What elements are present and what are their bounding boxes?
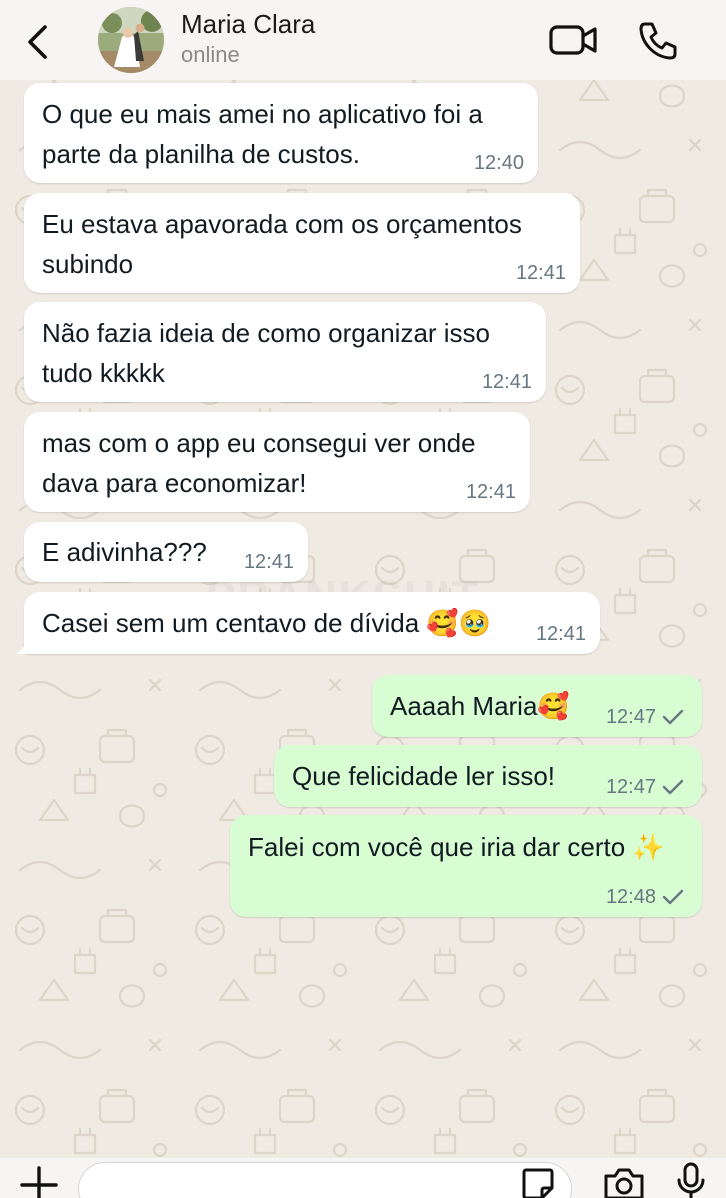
video-call-button[interactable] xyxy=(548,22,600,58)
message-input[interactable] xyxy=(78,1162,572,1198)
checkmark-icon xyxy=(662,779,684,795)
camera-button[interactable] xyxy=(602,1166,646,1198)
message-line: Não fazia ideia de como organizar isso xyxy=(42,318,491,348)
message-text: Eu estava apavorada com os orçamentos su… xyxy=(42,204,522,284)
message-time: 12:41 xyxy=(243,551,294,573)
checkmark-icon xyxy=(662,889,684,905)
avatar[interactable] xyxy=(98,7,164,73)
message-bubble-incoming[interactable]: mas com o app eu consegui ver onde dava … xyxy=(24,412,530,512)
message-bubble-incoming[interactable]: O que eu mais amei no aplicativo foi a p… xyxy=(24,83,538,183)
message-text: O que eu mais amei no aplicativo foi a p… xyxy=(42,94,483,174)
message-composer xyxy=(0,1158,726,1198)
message-time: 12:41 xyxy=(535,623,586,645)
camera-icon xyxy=(604,1168,644,1198)
contact-status: online xyxy=(181,42,240,67)
message-time: 12:48 xyxy=(605,886,656,908)
message-line: E adivinha??? xyxy=(42,537,207,567)
bubble-tail xyxy=(15,636,35,654)
plus-icon xyxy=(20,1166,58,1198)
message-line: subindo xyxy=(42,249,134,279)
message-line: tudo kkkkk xyxy=(42,358,165,388)
message-text: E adivinha??? xyxy=(42,532,207,572)
contact-photo xyxy=(98,7,164,73)
video-camera-icon xyxy=(549,25,597,55)
message-text: Aaaah Maria🥰 xyxy=(390,686,570,726)
checkmark-icon xyxy=(662,709,684,725)
message-text: Não fazia ideia de como organizar isso t… xyxy=(42,313,490,393)
message-line: O que eu mais amei no aplicativo foi a xyxy=(42,99,483,129)
message-line: dava para economizar! xyxy=(42,468,307,498)
message-list: O que eu mais amei no aplicativo foi a p… xyxy=(0,80,726,1160)
sticker-icon xyxy=(522,1168,554,1198)
message-line: mas com o app eu consegui ver onde xyxy=(42,428,476,458)
sticker-button[interactable] xyxy=(520,1166,556,1198)
message-text: Falei com você que iria dar certo ✨ xyxy=(248,827,665,867)
microphone-button[interactable] xyxy=(676,1162,706,1198)
message-time: 12:41 xyxy=(481,371,532,393)
message-line: parte da planilha de custos. xyxy=(42,139,360,169)
back-button[interactable] xyxy=(18,20,56,64)
message-line: Falei com você que iria dar certo ✨ xyxy=(248,832,665,862)
message-bubble-incoming[interactable]: Não fazia ideia de como organizar isso t… xyxy=(24,302,546,402)
message-bubble-incoming[interactable]: E adivinha??? 12:41 xyxy=(24,522,308,582)
contact-name[interactable]: Maria Clara xyxy=(181,8,315,40)
attach-button[interactable] xyxy=(16,1162,62,1198)
message-bubble-incoming[interactable]: Casei sem um centavo de dívida 🥰🥹 12:41 xyxy=(15,592,600,654)
message-time: 12:47 xyxy=(605,776,656,798)
message-time: 12:41 xyxy=(465,481,516,503)
message-time: 12:41 xyxy=(515,262,566,284)
message-bubble-outgoing[interactable]: Falei com você que iria dar certo ✨ 12:4… xyxy=(230,815,702,917)
chat-header: Maria Clara online xyxy=(0,0,726,80)
message-text: Que felicidade ler isso! xyxy=(292,756,555,796)
message-bubble-outgoing[interactable]: Aaaah Maria🥰 12:47 xyxy=(372,675,702,737)
message-line: Que felicidade ler isso! xyxy=(292,761,556,791)
message-time: 12:40 xyxy=(473,152,524,174)
phone-icon xyxy=(639,22,677,60)
message-bubble-outgoing[interactable]: Que felicidade ler isso! 12:47 xyxy=(274,745,702,807)
voice-call-button[interactable] xyxy=(637,20,679,60)
message-text: mas com o app eu consegui ver onde dava … xyxy=(42,423,476,503)
message-line: Aaaah Maria🥰 xyxy=(390,691,570,721)
message-line: Casei sem um centavo de dívida 🥰🥹 xyxy=(42,608,492,638)
message-text: Casei sem um centavo de dívida 🥰🥹 xyxy=(42,603,491,643)
chevron-left-icon xyxy=(28,25,47,59)
message-bubble-incoming[interactable]: Eu estava apavorada com os orçamentos su… xyxy=(24,193,580,293)
message-line: Eu estava apavorada com os orçamentos xyxy=(42,209,522,239)
message-time: 12:47 xyxy=(605,706,656,728)
microphone-icon xyxy=(677,1162,705,1198)
